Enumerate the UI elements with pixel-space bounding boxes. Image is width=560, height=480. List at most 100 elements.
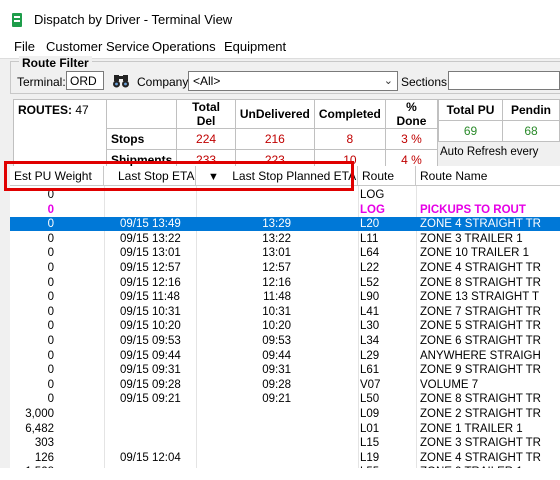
auto-refresh-label: Auto Refresh every <box>440 146 539 158</box>
cell-last-stop-planned-eta <box>196 451 291 465</box>
menu-file[interactable]: File <box>14 39 35 54</box>
cell-est-pu-weight: 0 <box>47 305 54 318</box>
column-header-route[interactable]: Route <box>358 166 416 186</box>
cell-last-stop-planned-eta <box>196 188 291 202</box>
cell-route: L41 <box>360 305 380 318</box>
cell-est-pu-weight: 6,482 <box>25 422 54 435</box>
stops-percent-done: 3 % <box>384 128 439 150</box>
cell-route-name: ZONE 3 TRAILER 1 <box>420 232 523 245</box>
cell-est-pu-weight: 303 <box>34 437 54 450</box>
cell-last-stop-eta: 09/15 13:22 <box>120 232 181 245</box>
route-filter-legend: Route Filter <box>19 56 92 70</box>
cell-route: L09 <box>360 408 380 420</box>
table-row[interactable]: 0 09/15 09:31 09:31 L61 ZONE 9 STRAIGHT TR <box>10 363 560 377</box>
cell-last-stop-planned-eta: 13:22 <box>262 232 291 245</box>
cell-est-pu-weight: 0 <box>47 276 54 289</box>
routes-count-cell: ROUTES: 47 <box>13 99 107 171</box>
cell-route: L90 <box>360 291 380 304</box>
cell-route-name: ZONE 7 STRAIGHT TR <box>420 305 541 318</box>
table-row[interactable]: 126 09/15 12:04 L19 ZONE 4 STRAIGHT TR <box>10 451 560 465</box>
menu-bar: File Customer Service Operations Equipme… <box>0 36 560 58</box>
row-label-stops: Stops <box>105 128 178 150</box>
cell-route-name: ZONE 2 STRAIGHT TR <box>420 408 541 420</box>
cell-route: L52 <box>360 276 380 289</box>
app-icon <box>12 13 22 27</box>
cell-last-stop-planned-eta: 10:31 <box>262 305 291 318</box>
table-row[interactable]: 0 09/15 13:01 13:01 L64 ZONE 10 TRAILER 1 <box>10 246 560 260</box>
table-row[interactable]: 0 09/15 12:16 12:16 L52 ZONE 8 STRAIGHT TR <box>10 276 560 290</box>
cell-route-name: ZONE 10 TRAILER 1 <box>420 247 530 260</box>
cell-route: L01 <box>360 422 380 435</box>
sections-input[interactable] <box>448 71 560 90</box>
cell-est-pu-weight: 3,000 <box>25 408 54 420</box>
routes-label: ROUTES: <box>18 103 72 117</box>
chevron-down-icon: ⌄ <box>383 75 393 87</box>
cell-route-name: ANYWHERE STRAIGH <box>420 349 541 362</box>
cell-est-pu-weight: 0 <box>47 349 54 362</box>
header-percent-done: % Done <box>384 99 439 129</box>
cell-route-name: ZONE 13 STRAIGHT T <box>420 291 540 304</box>
terminal-input[interactable]: ORD <box>66 71 104 90</box>
cell-last-stop-planned-eta: 11:48 <box>263 291 291 304</box>
table-row[interactable]: 3,000 L09 ZONE 2 STRAIGHT TR <box>10 407 560 421</box>
cell-route: L11 <box>360 232 379 245</box>
cell-last-stop-eta: 09/15 12:04 <box>120 451 181 464</box>
cell-route: L19 <box>360 451 380 464</box>
cell-last-stop-eta: 09/15 09:44 <box>120 349 181 362</box>
cell-last-stop-planned-eta: 13:29 <box>262 218 291 231</box>
table-row[interactable]: 0 LOG PICKUPS TO ROUT <box>10 203 560 217</box>
cell-last-stop-eta: 09/15 09:31 <box>120 364 181 377</box>
table-row[interactable]: 0 09/15 09:44 09:44 L29 ANYWHERE STRAIGH <box>10 349 560 363</box>
column-header-est-pu-weight[interactable]: Est PU Weight <box>10 166 104 186</box>
table-row[interactable]: 0 09/15 09:28 09:28 V07 VOLUME 7 <box>10 378 560 392</box>
cell-last-stop-eta: 09/15 13:01 <box>120 247 181 260</box>
menu-equipment[interactable]: Equipment <box>224 39 286 54</box>
cell-route-name: ZONE 8 STRAIGHT TR <box>420 276 541 289</box>
table-row[interactable]: 0 09/15 10:20 10:20 L30 ZONE 5 STRAIGHT TR <box>10 319 560 333</box>
header-completed: Completed <box>313 99 386 129</box>
cell-last-stop-eta <box>120 203 196 217</box>
menu-customer-service[interactable]: Customer Service <box>46 39 149 54</box>
table-row[interactable]: 303 L15 ZONE 3 STRAIGHT TR <box>10 436 560 450</box>
cell-est-pu-weight: 1,528 <box>10 465 84 468</box>
column-header-route-name[interactable]: Route Name <box>416 166 560 186</box>
binoculars-search-icon[interactable] <box>112 73 130 89</box>
total-pu-value: 69 <box>438 120 503 142</box>
company-select[interactable]: <All> ⌄ <box>188 71 398 91</box>
cell-last-stop-eta: 09/15 09:53 <box>120 335 181 347</box>
table-row[interactable]: 0 LOG <box>10 188 560 202</box>
cell-est-pu-weight: 0 <box>47 189 54 201</box>
cell-last-stop-planned-eta <box>196 407 291 421</box>
cell-route-name: ZONE 4 STRAIGHT TR <box>420 262 541 274</box>
table-row[interactable]: 6,482 L01 ZONE 1 TRAILER 1 <box>10 422 560 436</box>
table-row[interactable]: 0 09/15 13:22 13:22 L11 ZONE 3 TRAILER 1 <box>10 232 560 246</box>
table-row[interactable]: 0 09/15 12:57 12:57 L22 ZONE 4 STRAIGHT TR <box>10 261 560 275</box>
cell-route: L55 <box>360 465 416 468</box>
cell-est-pu-weight: 0 <box>47 247 54 260</box>
pending-value: 68 <box>502 120 560 142</box>
cell-last-stop-planned-eta: 10:20 <box>262 320 291 333</box>
table-row[interactable]: 0 09/15 11:48 11:48 L90 ZONE 13 STRAIGHT T <box>10 290 560 304</box>
routes-grid[interactable]: Est PU Weight Last Stop ETA ▼ Last Stop … <box>10 166 560 468</box>
table-row[interactable]: 0 09/15 09:21 09:21 L50 ZONE 8 STRAIGHT TR <box>10 392 560 406</box>
column-header-last-stop-planned-eta[interactable]: ▼ Last Stop Planned ETA <box>196 166 358 186</box>
table-row[interactable]: 0 09/15 13:49 13:29 L20 ZONE 4 STRAIGHT TR <box>10 217 560 232</box>
last-stop-planned-eta-label: Last Stop Planned ETA <box>232 169 357 183</box>
cell-route: V07 <box>360 378 381 391</box>
cell-route-name: ZONE 1 TRAILER 1 <box>420 422 523 435</box>
table-row[interactable]: 0 09/15 09:53 09:53 L34 ZONE 6 STRAIGHT TR <box>10 334 560 348</box>
table-row[interactable]: 1,528 L55 ZONE 9 TRAILER 1 <box>10 465 560 468</box>
table-row[interactable]: 0 09/15 10:31 10:31 L41 ZONE 7 STRAIGHT TR <box>10 305 560 319</box>
cell-route: LOG <box>360 189 385 201</box>
cell-last-stop-eta: 09/15 09:28 <box>120 378 181 391</box>
cell-last-stop-eta: 09/15 12:16 <box>120 276 181 289</box>
cell-last-stop-eta: 09/15 11:48 <box>120 291 180 304</box>
cell-last-stop-planned-eta <box>196 436 291 450</box>
column-header-last-stop-eta[interactable]: Last Stop ETA <box>104 166 196 186</box>
cell-route: L50 <box>360 393 380 406</box>
cell-last-stop-planned-eta: 12:57 <box>262 262 291 274</box>
cell-est-pu-weight: 0 <box>47 203 54 216</box>
cell-last-stop-planned-eta <box>196 465 291 468</box>
menu-operations[interactable]: Operations <box>152 39 216 54</box>
cell-est-pu-weight: 0 <box>47 262 54 274</box>
